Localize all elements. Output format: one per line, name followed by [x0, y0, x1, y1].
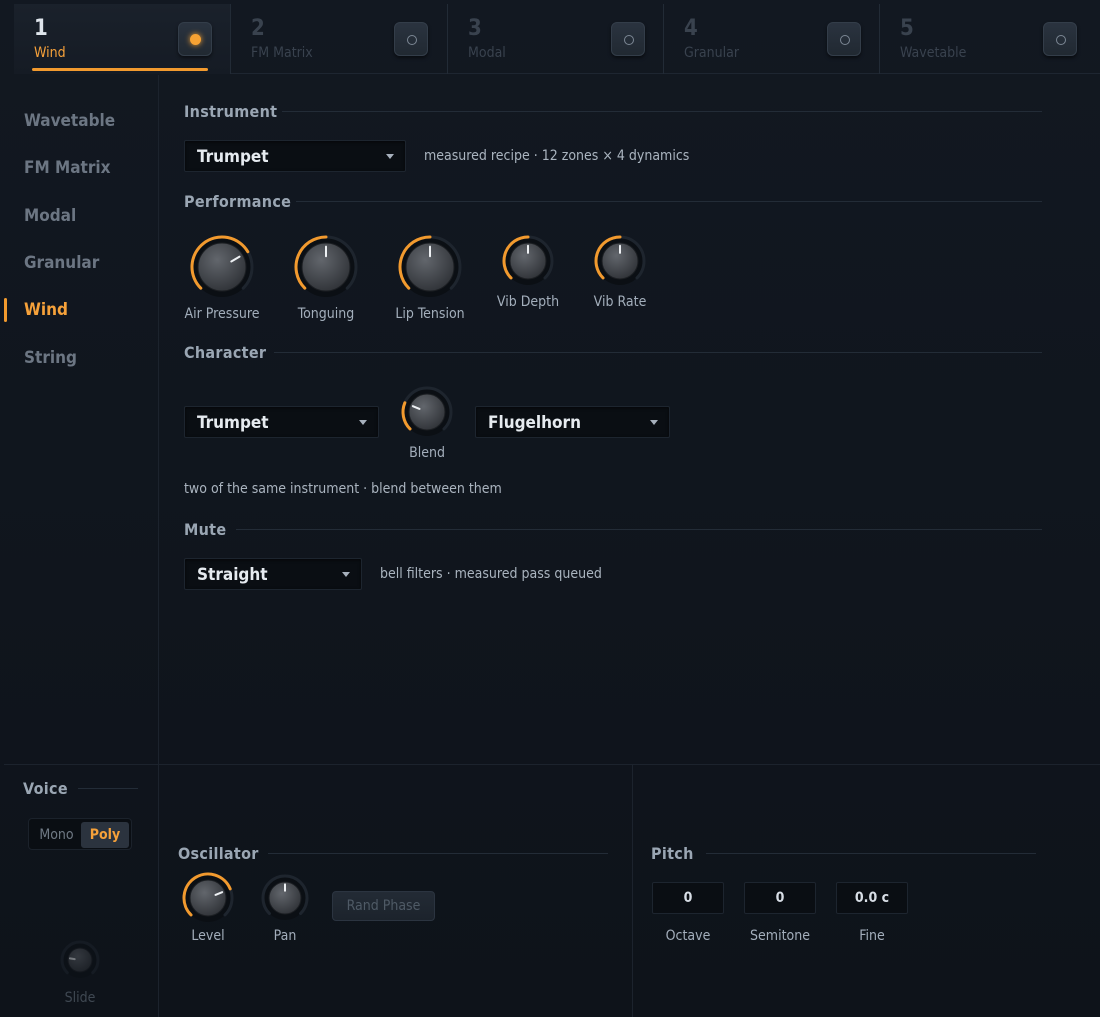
- knob-air-pressure-label: Air Pressure: [184, 306, 260, 322]
- slot-tab-5[interactable]: 5 Wavetable: [880, 4, 1100, 74]
- oscillator-section-title: Oscillator: [178, 844, 259, 863]
- knob-vib-depth[interactable]: [501, 234, 555, 288]
- engine-sidebar: Wavetable FM Matrix Modal Granular Wind …: [4, 75, 159, 765]
- mute-section-title: Mute: [184, 520, 227, 539]
- section-rule: [282, 111, 1042, 112]
- rand-phase-button[interactable]: Rand Phase: [332, 891, 435, 921]
- fine-tune-label: Fine: [859, 928, 885, 944]
- knob-lip-tension[interactable]: [397, 234, 463, 300]
- slot-enable-button[interactable]: [1043, 22, 1077, 56]
- mute-note: bell filters · measured pass queued: [380, 566, 602, 582]
- knob-vib-rate[interactable]: [593, 234, 647, 288]
- fine-tune-field[interactable]: 0.0 c: [836, 882, 908, 914]
- slot-enable-button[interactable]: [827, 22, 861, 56]
- octave-label: Octave: [665, 928, 711, 944]
- voice-mode-toggle: Mono Poly: [28, 818, 132, 850]
- sidebar-item-wind[interactable]: Wind: [24, 300, 68, 320]
- panel-divider: [158, 765, 159, 1017]
- slot-engine-name: Wavetable: [900, 45, 967, 61]
- instrument-select[interactable]: Trumpet: [184, 140, 406, 172]
- instrument-section-title: Instrument: [184, 102, 278, 121]
- blend-knob-label: Blend: [409, 445, 445, 461]
- knob-tonguing[interactable]: [293, 234, 359, 300]
- blend-knob[interactable]: [400, 385, 454, 439]
- knob-tonguing-label: Tonguing: [297, 306, 355, 322]
- section-rule: [706, 853, 1036, 854]
- active-nav-indicator: [4, 298, 7, 322]
- chevron-down-icon: [342, 572, 350, 577]
- voice-mode-poly[interactable]: Poly: [81, 822, 129, 848]
- sidebar-item-modal[interactable]: Modal: [24, 206, 76, 226]
- character-note: two of the same instrument · blend betwe…: [184, 481, 502, 497]
- pan-knob[interactable]: [260, 873, 310, 923]
- enabled-indicator-icon: [190, 34, 201, 45]
- section-rule: [78, 788, 138, 789]
- panel-divider: [632, 765, 633, 1017]
- chevron-down-icon: [359, 420, 367, 425]
- sidebar-item-granular[interactable]: Granular: [24, 253, 99, 273]
- section-rule: [268, 853, 608, 854]
- character-right-select[interactable]: Flugelhorn: [475, 406, 670, 438]
- slot-enable-button[interactable]: [611, 22, 645, 56]
- slot-tab-4[interactable]: 4 Granular: [664, 4, 880, 74]
- semitone-field[interactable]: 0: [744, 882, 816, 914]
- knob-vib-rate-label: Vib Rate: [593, 294, 647, 310]
- performance-section-title: Performance: [184, 192, 292, 211]
- sidebar-item-fm-matrix[interactable]: FM Matrix: [24, 158, 111, 178]
- disabled-indicator-icon: [840, 35, 850, 45]
- level-knob-label: Level: [191, 928, 225, 944]
- sidebar-item-wavetable[interactable]: Wavetable: [24, 111, 115, 131]
- voice-section-title: Voice: [23, 779, 68, 798]
- mute-select[interactable]: Straight: [184, 558, 362, 590]
- chevron-down-icon: [650, 420, 658, 425]
- disabled-indicator-icon: [624, 35, 634, 45]
- mute-select-value: Straight: [197, 565, 268, 585]
- slot-number: 5: [900, 16, 914, 41]
- semitone-label: Semitone: [750, 928, 810, 944]
- slot-number: 3: [468, 16, 482, 41]
- section-rule: [274, 352, 1042, 353]
- slot-enable-button[interactable]: [178, 22, 212, 56]
- chevron-down-icon: [386, 154, 394, 159]
- character-left-select[interactable]: Trumpet: [184, 406, 379, 438]
- slot-tab-1[interactable]: 1 Wind: [14, 4, 231, 74]
- disabled-indicator-icon: [407, 35, 417, 45]
- slot-number: 1: [34, 16, 48, 41]
- instrument-select-value: Trumpet: [197, 147, 269, 167]
- section-rule: [236, 529, 1042, 530]
- instrument-note: measured recipe · 12 zones × 4 dynamics: [424, 148, 690, 164]
- voice-mode-mono[interactable]: Mono: [33, 822, 80, 848]
- bottom-panel-divider: [4, 764, 1100, 765]
- slot-engine-name: FM Matrix: [251, 45, 313, 61]
- slide-knob[interactable]: [59, 939, 101, 981]
- slot-tabs: 1 Wind 2 FM Matrix 3 Modal 4 Granular 5 …: [14, 4, 1100, 74]
- section-rule: [296, 201, 1042, 202]
- pan-knob-label: Pan: [273, 928, 297, 944]
- slot-engine-name: Modal: [468, 45, 506, 61]
- slot-engine-name: Granular: [684, 45, 740, 61]
- slot-tab-2[interactable]: 2 FM Matrix: [231, 4, 448, 74]
- pitch-section-title: Pitch: [651, 844, 694, 863]
- slot-engine-name: Wind: [34, 45, 66, 61]
- character-right-value: Flugelhorn: [488, 413, 581, 433]
- character-section-title: Character: [184, 343, 267, 362]
- knob-vib-depth-label: Vib Depth: [496, 294, 560, 310]
- active-slot-underline: [32, 68, 208, 71]
- character-left-value: Trumpet: [197, 413, 269, 433]
- synth-window: 1 Wind 2 FM Matrix 3 Modal 4 Granular 5 …: [0, 0, 1100, 1017]
- disabled-indicator-icon: [1056, 35, 1066, 45]
- sidebar-item-string[interactable]: String: [24, 348, 77, 368]
- slot-number: 4: [684, 16, 698, 41]
- level-knob[interactable]: [181, 871, 235, 925]
- knob-lip-tension-label: Lip Tension: [395, 306, 465, 322]
- octave-field[interactable]: 0: [652, 882, 724, 914]
- slot-tab-3[interactable]: 3 Modal: [448, 4, 664, 74]
- slot-number: 2: [251, 16, 265, 41]
- slide-knob-label: Slide: [64, 990, 96, 1006]
- slot-enable-button[interactable]: [394, 22, 428, 56]
- knob-air-pressure[interactable]: [189, 234, 255, 300]
